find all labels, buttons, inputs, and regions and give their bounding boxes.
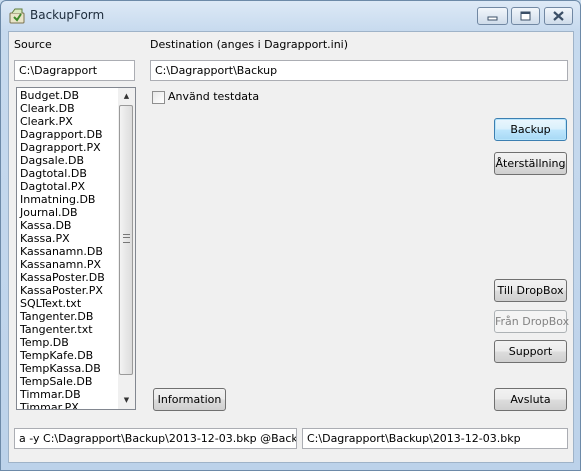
destination-label: Destination (anges i Dagrapport.ini) — [150, 38, 349, 51]
window-title: BackupForm — [30, 8, 105, 22]
list-item[interactable]: Dagsale.DB — [20, 154, 119, 167]
list-item[interactable]: Kassa.DB — [20, 219, 119, 232]
testdata-label[interactable]: Använd testdata — [168, 90, 259, 103]
close-button[interactable] — [544, 7, 573, 25]
form-client-area: Source C:\Dagrapport Budget.DB Cleark.DB C… — [8, 31, 574, 463]
file-list-scrollbar[interactable]: ▲ ▼ — [118, 88, 135, 409]
list-item[interactable]: Kassanamn.PX — [20, 258, 119, 271]
backup-file-field[interactable]: C:\Dagrapport\Backup\2013-12-03.bkp — [302, 428, 568, 449]
exit-button[interactable]: Avsluta — [494, 388, 567, 411]
list-item[interactable]: Dagrapport.DB — [20, 128, 119, 141]
destination-path-field[interactable]: C:\Dagrapport\Backup — [150, 60, 568, 81]
from-dropbox-button: Från DropBox — [494, 310, 569, 333]
scroll-down-arrow-icon[interactable]: ▼ — [118, 392, 135, 409]
backup-form-window: BackupForm Source C:\Dagrapport Budget.D… — [0, 0, 581, 471]
title-bar: BackupForm — [1, 1, 580, 31]
list-item[interactable]: Tangenter.DB — [20, 310, 119, 323]
list-item[interactable]: Inmatning.DB — [20, 193, 119, 206]
list-item[interactable]: Timmar.PX — [20, 401, 119, 409]
minimize-button[interactable] — [477, 7, 508, 25]
list-item[interactable]: Kassa.PX — [20, 232, 119, 245]
source-label: Source — [14, 38, 52, 51]
list-item[interactable]: Cleark.PX — [20, 115, 119, 128]
source-file-list[interactable]: Budget.DB Cleark.DB Cleark.PX Dagrapport.DB… — [16, 87, 136, 410]
to-dropbox-button[interactable]: Till DropBox — [494, 279, 567, 302]
testdata-checkbox[interactable] — [152, 91, 165, 104]
maximize-icon — [520, 11, 531, 21]
list-item[interactable]: SQLText.txt — [20, 297, 119, 310]
grip-icon — [123, 234, 130, 243]
command-line-field[interactable]: a -y C:\Dagrapport\Backup\2013-12-03.bkp… — [14, 428, 297, 449]
list-item[interactable]: TempKassa.DB — [20, 362, 119, 375]
list-item[interactable]: Kassanamn.DB — [20, 245, 119, 258]
maximize-button[interactable] — [511, 7, 540, 25]
list-item[interactable]: Tangenter.txt — [20, 323, 119, 336]
list-item[interactable]: Journal.DB — [20, 206, 119, 219]
file-list-items: Budget.DB Cleark.DB Cleark.PX Dagrapport.DB… — [20, 89, 119, 409]
scroll-up-arrow-icon[interactable]: ▲ — [118, 88, 135, 105]
scroll-thumb[interactable] — [119, 105, 133, 375]
source-path-field[interactable]: C:\Dagrapport — [14, 60, 135, 81]
minimize-icon — [487, 16, 498, 21]
list-item[interactable]: Timmar.DB — [20, 388, 119, 401]
list-item[interactable]: TempKafe.DB — [20, 349, 119, 362]
list-item[interactable]: Dagtotal.PX — [20, 180, 119, 193]
list-item[interactable]: KassaPoster.PX — [20, 284, 119, 297]
app-icon — [9, 8, 25, 24]
backup-button[interactable]: Backup — [494, 118, 567, 141]
information-button[interactable]: Information — [153, 388, 226, 411]
support-button[interactable]: Support — [494, 340, 567, 363]
list-item[interactable]: TempSale.DB — [20, 375, 119, 388]
list-item[interactable]: Dagtotal.DB — [20, 167, 119, 180]
close-icon — [553, 11, 564, 21]
list-item[interactable]: Budget.DB — [20, 89, 119, 102]
restore-button[interactable]: Återställning — [494, 152, 567, 175]
list-item[interactable]: Cleark.DB — [20, 102, 119, 115]
list-item[interactable]: KassaPoster.DB — [20, 271, 119, 284]
list-item[interactable]: Dagrapport.PX — [20, 141, 119, 154]
list-item[interactable]: Temp.DB — [20, 336, 119, 349]
